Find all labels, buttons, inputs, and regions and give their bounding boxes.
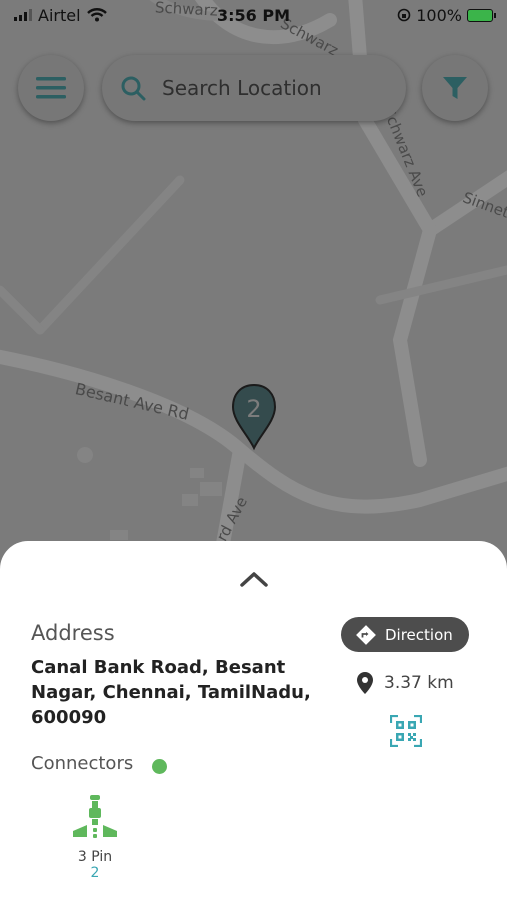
wifi-icon (86, 8, 107, 22)
direction-label: Direction (385, 625, 453, 644)
menu-button[interactable] (18, 55, 84, 121)
hamburger-menu-icon (36, 77, 66, 99)
cluster-pin[interactable]: 2 (230, 383, 278, 451)
address-label: Address (31, 621, 115, 645)
filter-icon (443, 77, 467, 99)
qr-code-icon[interactable] (390, 715, 422, 747)
battery-charging-icon (467, 8, 496, 22)
filter-button[interactable] (422, 55, 488, 121)
connectors-label: Connectors (31, 753, 134, 774)
search-bar[interactable] (102, 55, 406, 121)
availability-dot (152, 759, 167, 774)
orientation-lock-icon (397, 8, 411, 22)
direction-button[interactable]: Direction (341, 617, 469, 652)
chevron-up-icon[interactable] (238, 569, 270, 589)
cluster-count: 2 (246, 395, 262, 423)
status-bar: Airtel 3:56 PM 100% (0, 0, 507, 30)
cellular-signal-icon (14, 9, 32, 21)
distance: 3.37 km (356, 671, 454, 695)
search-input[interactable] (162, 76, 382, 100)
station-details-sheet: Address Canal Bank Road, Besant Nagar, C… (0, 541, 507, 900)
search-icon (121, 76, 146, 101)
battery-percent: 100% (416, 5, 462, 25)
location-pin-icon (357, 672, 373, 694)
connector-item[interactable]: 3 Pin 2 (65, 795, 125, 881)
address-text: Canal Bank Road, Besant Nagar, Chennai, … (31, 657, 311, 728)
carrier-name: Airtel (38, 5, 81, 25)
distance-value: 3.37 km (384, 673, 454, 693)
connector-count: 2 (90, 865, 100, 881)
directions-icon (356, 624, 376, 645)
three-pin-plug-icon (73, 795, 117, 838)
connector-name: 3 Pin (77, 849, 113, 865)
